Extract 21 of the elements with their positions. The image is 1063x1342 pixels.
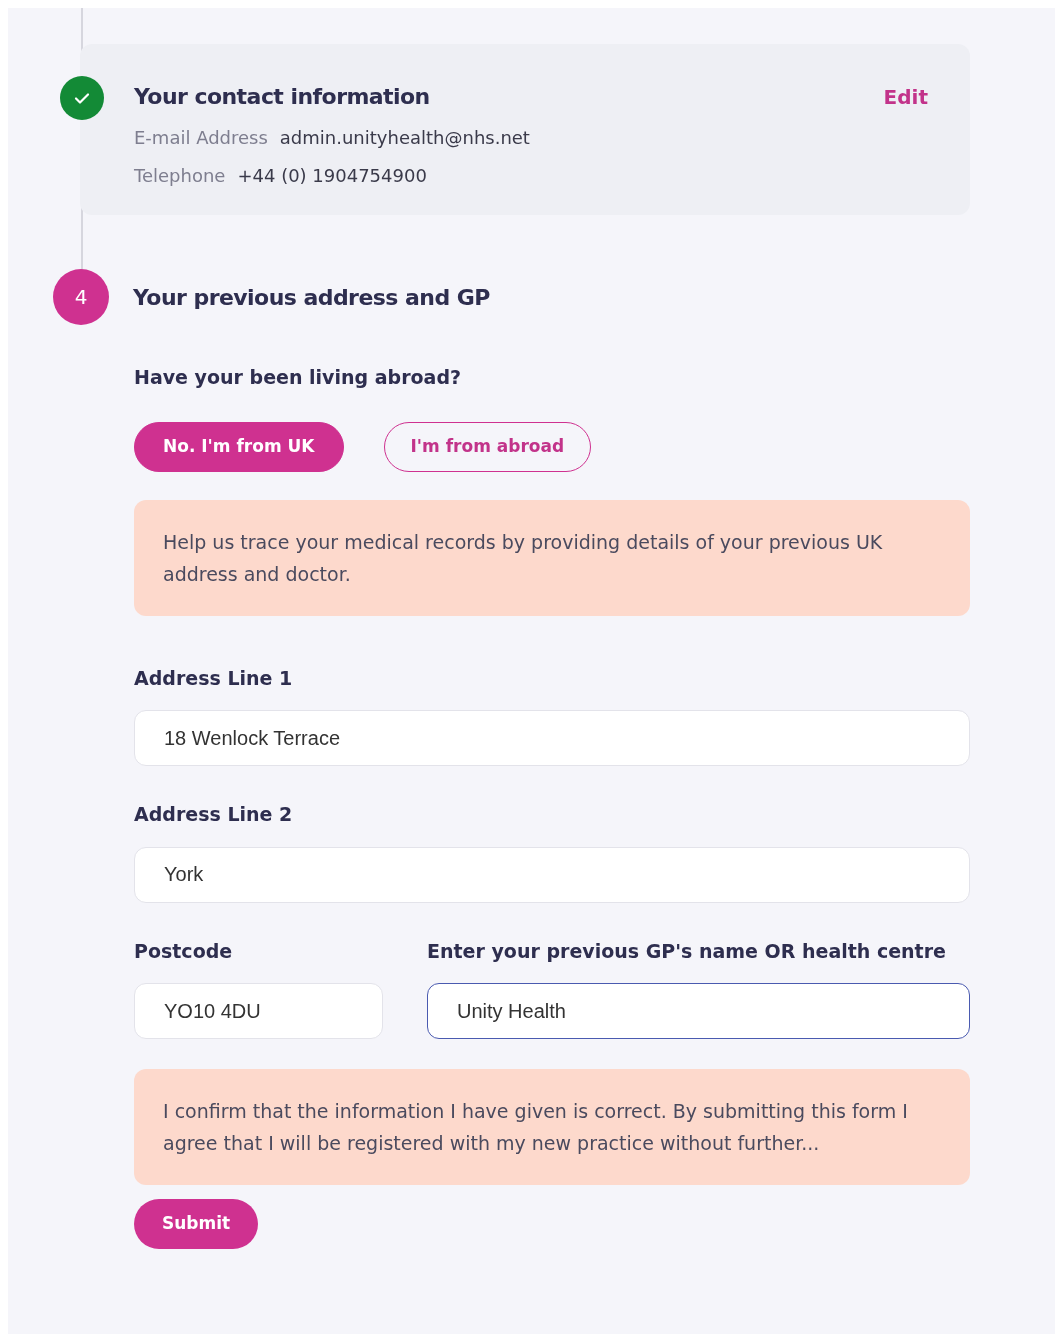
field-label: Address Line 1 (134, 665, 294, 691)
field-label: Address Line 2 (134, 802, 294, 827)
info-note: Help us trace your medical records by providing details of your previous UK address and doctor. (134, 499, 970, 616)
option-button[interactable]: No. I'm from UK (134, 421, 344, 472)
detail-label: Telephone (134, 164, 226, 188)
submit-button[interactable]: Submit (134, 1199, 259, 1249)
input-field[interactable]: 18 Wenlock Terrace (134, 710, 970, 766)
detail-label: E-mail Address (134, 126, 268, 150)
detail-value: admin.unityhealth@nhs.net (279, 126, 530, 150)
confirm-note: I confirm that the information I have given is correct. By submitting this form I agree that I will be registered with my new practice without further... (134, 1069, 970, 1185)
field-label: Postcode (134, 938, 234, 964)
field-label: Enter your previous GP's name OR health centre (427, 938, 947, 964)
step-title: Your contact information (134, 83, 430, 111)
edit-link[interactable]: Edit (883, 81, 928, 112)
input-field[interactable]: YO10 4DU (134, 983, 383, 1039)
detail-value: +44 (0) 1904754900 (237, 164, 427, 188)
input-field[interactable]: York (134, 846, 970, 903)
step-title: Your previous address and GP (133, 283, 490, 312)
question-text: Have your been living abroad? (134, 365, 463, 390)
step-number: 4 (53, 269, 109, 325)
input-field[interactable]: Unity Health (427, 983, 970, 1039)
